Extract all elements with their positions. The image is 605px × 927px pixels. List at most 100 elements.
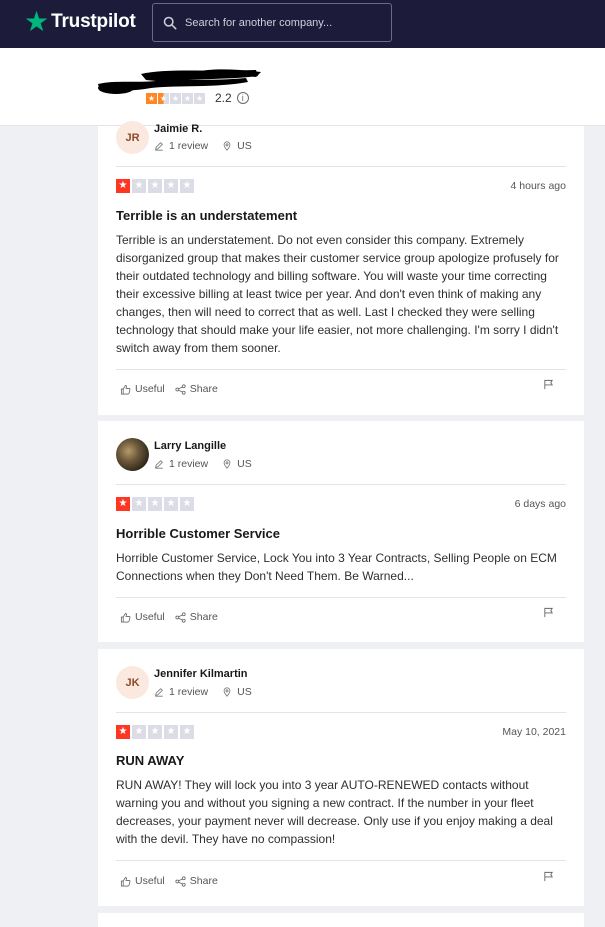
review-card: JK Jennifer Kilmartin 1 review US ★ ★ ★ … (98, 649, 584, 906)
company-stars: ★ ★ ★ ★ ★ (146, 92, 205, 104)
pencil-icon (155, 688, 163, 697)
country: US (237, 140, 252, 152)
thumbs-up-icon (120, 876, 131, 886)
top-navbar: ★ Trustpilot (0, 0, 605, 48)
review-date: May 10, 2021 (502, 726, 566, 738)
flag-icon[interactable] (543, 607, 554, 618)
share-button[interactable]: Share (175, 611, 218, 623)
share-label: Share (189, 611, 218, 623)
pencil-icon (155, 142, 163, 151)
location: US (222, 140, 252, 152)
thumbs-up-icon (120, 612, 131, 622)
review-card: JR Jaimie R. 1 review US ★ ★ ★ ★ ★ 4 hou… (98, 121, 584, 415)
star-icon: ★ (158, 92, 169, 104)
share-label: Share (189, 383, 218, 395)
review-title[interactable]: Horrible Customer Service (116, 526, 280, 541)
country: US (237, 686, 252, 698)
share-button[interactable]: Share (175, 875, 218, 887)
reviewer-meta: 1 review US (154, 140, 252, 152)
share-icon (175, 611, 186, 623)
reviewer-meta: 1 review US (154, 458, 252, 470)
star-icon: ★ (148, 497, 162, 511)
trustpilot-star-icon: ★ (24, 6, 50, 37)
star-icon: ★ (164, 497, 178, 511)
search-input[interactable] (185, 16, 385, 29)
location-pin-icon (223, 459, 231, 469)
share-icon (175, 383, 186, 395)
flag-icon[interactable] (543, 871, 554, 882)
review-text: RUN AWAY! They will lock you into 3 year… (116, 778, 553, 846)
review-count: 1 review (169, 686, 209, 698)
star-icon: ★ (180, 497, 194, 511)
review-count: 1 review (169, 458, 209, 470)
divider (116, 860, 566, 861)
reviewer-name[interactable]: Jaimie R. (154, 123, 202, 135)
brand-name: Trustpilot (51, 11, 136, 32)
star-icon: ★ (170, 92, 181, 104)
star-icon: ★ (148, 725, 162, 739)
avatar: JK (116, 666, 149, 699)
search-box[interactable] (152, 3, 392, 42)
review-text: Horrible Customer Service, Lock You into… (116, 551, 557, 583)
flag-icon[interactable] (543, 379, 554, 390)
useful-label: Useful (135, 875, 165, 887)
star-icon: ★ (116, 179, 130, 193)
review-card-partial (98, 913, 584, 927)
location: US (222, 686, 252, 698)
star-icon: ★ (164, 179, 178, 193)
company-rating: ★ ★ ★ ★ ★ 2.2 i (146, 91, 249, 105)
divider (116, 712, 566, 713)
useful-button[interactable]: Useful (120, 611, 165, 623)
star-icon: ★ (132, 497, 146, 511)
trustpilot-logo[interactable]: ★ Trustpilot (24, 8, 136, 36)
location-pin-icon (223, 687, 231, 697)
useful-button[interactable]: Useful (120, 383, 165, 395)
share-label: Share (189, 875, 218, 887)
star-icon: ★ (132, 725, 146, 739)
divider (116, 369, 566, 370)
company-header (0, 48, 605, 126)
review-card: Larry Langille 1 review US ★ ★ ★ ★ ★ 6 d… (98, 421, 584, 642)
review-date: 6 days ago (514, 498, 566, 510)
share-icon (175, 875, 186, 887)
star-icon: ★ (180, 725, 194, 739)
info-icon[interactable]: i (236, 92, 249, 104)
review-title[interactable]: Terrible is an understatement (116, 208, 297, 223)
star-icon: ★ (116, 497, 130, 511)
share-button[interactable]: Share (175, 383, 218, 395)
review-date: 4 hours ago (510, 180, 566, 192)
star-icon: ★ (182, 92, 193, 104)
reviewer-name[interactable]: Jennifer Kilmartin (154, 668, 248, 680)
star-icon: ★ (116, 725, 130, 739)
rating-value: 2.2 (215, 91, 232, 105)
pencil-icon (155, 460, 163, 469)
location: US (222, 458, 252, 470)
divider (116, 484, 566, 485)
reviewer-name[interactable]: Larry Langille (154, 440, 226, 452)
review-stars: ★ ★ ★ ★ ★ (116, 497, 194, 511)
star-icon: ★ (180, 179, 194, 193)
useful-label: Useful (135, 611, 165, 623)
star-icon: ★ (164, 725, 178, 739)
divider (116, 166, 566, 167)
useful-button[interactable]: Useful (120, 875, 165, 887)
star-icon: ★ (132, 179, 146, 193)
star-icon: ★ (194, 92, 205, 104)
country: US (237, 458, 252, 470)
review-actions: Useful Share (120, 383, 228, 395)
review-actions: Useful Share (120, 611, 228, 623)
star-icon: ★ (146, 92, 157, 104)
review-text: Terrible is an understatement. Do not ev… (116, 233, 559, 355)
review-stars: ★ ★ ★ ★ ★ (116, 179, 194, 193)
review-actions: Useful Share (120, 875, 228, 887)
review-title[interactable]: RUN AWAY (116, 753, 184, 768)
star-icon: ★ (148, 179, 162, 193)
review-stars: ★ ★ ★ ★ ★ (116, 725, 194, 739)
thumbs-up-icon (120, 384, 131, 394)
review-count: 1 review (169, 140, 209, 152)
divider (116, 597, 566, 598)
avatar (116, 438, 149, 471)
reviewer-meta: 1 review US (154, 686, 252, 698)
useful-label: Useful (135, 383, 165, 395)
avatar: JR (116, 121, 149, 154)
